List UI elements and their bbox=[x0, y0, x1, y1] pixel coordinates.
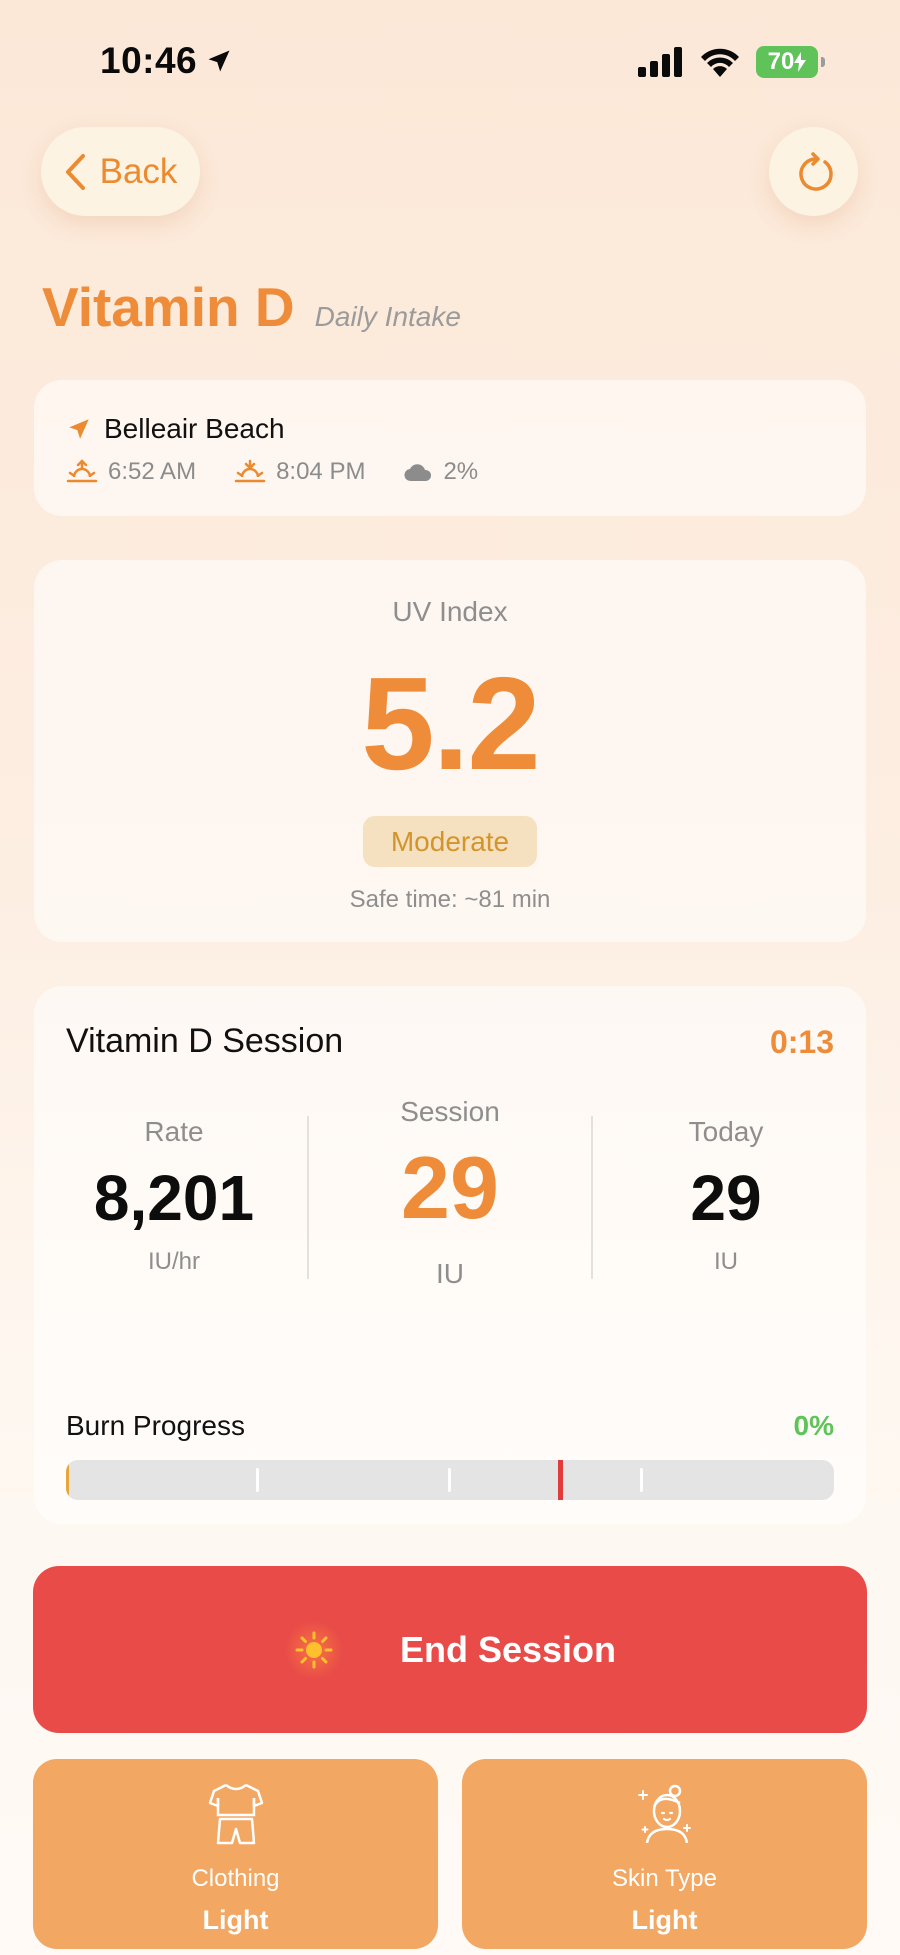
end-session-button[interactable]: End Session bbox=[33, 1566, 867, 1733]
skin-type-icon-wrap bbox=[462, 1781, 867, 1847]
uv-label: UV Index bbox=[392, 596, 508, 627]
skin-type-value: Light bbox=[631, 1905, 698, 1935]
session-unit: IU bbox=[436, 1258, 464, 1289]
uv-value: 5.2 bbox=[361, 650, 541, 797]
cellular-signal-icon bbox=[638, 47, 682, 77]
burn-limit-marker bbox=[558, 1460, 563, 1500]
burn-progress-tick bbox=[448, 1468, 451, 1492]
sunrise-icon bbox=[66, 459, 98, 483]
status-clock: 10:46 bbox=[100, 40, 198, 81]
today-value: 29 bbox=[690, 1162, 762, 1234]
sun-icon bbox=[295, 1631, 333, 1668]
face-sparkle-icon bbox=[637, 1784, 691, 1844]
skin-type-label: Skin Type bbox=[612, 1865, 717, 1892]
clothing-label: Clothing bbox=[191, 1865, 280, 1892]
clothing-icon bbox=[208, 1783, 263, 1845]
rate-label: Rate bbox=[144, 1116, 204, 1147]
charging-bolt-icon bbox=[794, 52, 807, 72]
sun-glow bbox=[283, 1619, 344, 1680]
skin-type-button[interactable]: Skin Type Light bbox=[462, 1759, 867, 1949]
session-value: 29 bbox=[401, 1138, 499, 1237]
back-button[interactable]: Back bbox=[41, 127, 200, 216]
sunset-item: 8:04 PM bbox=[234, 458, 365, 486]
stat-divider bbox=[591, 1116, 593, 1279]
rate-value: 8,201 bbox=[93, 1162, 255, 1234]
location-meta: 6:52 AM 8:04 PM 2% bbox=[66, 458, 516, 486]
clothing-value: Light bbox=[202, 1905, 269, 1935]
session-timer: 0:13 bbox=[769, 1024, 834, 1060]
page-subtitle: Daily Intake bbox=[314, 301, 461, 332]
end-session-label: End Session bbox=[399, 1628, 617, 1670]
status-time: 10:46 bbox=[100, 40, 233, 82]
status-indicators: 70 bbox=[638, 46, 825, 78]
today-unit: IU bbox=[714, 1248, 738, 1275]
battery-level: 70 bbox=[767, 48, 795, 75]
sunrise-time: 6:52 AM bbox=[108, 458, 197, 485]
chevron-left-icon bbox=[65, 153, 85, 190]
location-arrow-icon bbox=[69, 419, 89, 439]
uv-index-card: UV Index 5.2 Moderate Safe time: ~81 min bbox=[34, 560, 866, 942]
session-stat: Session 29 IU bbox=[308, 1096, 592, 1290]
session-title: Vitamin D Session bbox=[66, 1022, 344, 1060]
back-label: Back bbox=[99, 151, 178, 191]
page-header: Vitamin D Daily Intake bbox=[42, 275, 461, 339]
stat-divider bbox=[307, 1116, 309, 1279]
clothing-button[interactable]: Clothing Light bbox=[33, 1759, 438, 1949]
sunrise-item: 6:52 AM bbox=[66, 458, 196, 486]
rate-stat: Rate 8,201 IU/hr bbox=[66, 1116, 282, 1276]
clothing-icon-wrap bbox=[33, 1781, 438, 1847]
burn-progress-tick bbox=[640, 1468, 643, 1492]
page-title: Vitamin D bbox=[42, 276, 295, 338]
uv-level-badge: Moderate bbox=[363, 816, 537, 867]
location-name: Belleair Beach bbox=[104, 413, 285, 444]
wifi-icon bbox=[701, 48, 739, 77]
refresh-icon bbox=[798, 151, 833, 191]
today-label: Today bbox=[688, 1116, 764, 1147]
location-row: Belleair Beach bbox=[66, 413, 285, 445]
today-stat: Today 29 IU bbox=[618, 1116, 834, 1276]
cloud-icon bbox=[404, 464, 432, 482]
location-arrow-icon bbox=[208, 50, 230, 72]
refresh-button[interactable] bbox=[769, 127, 858, 216]
cloud-item: 2% bbox=[403, 458, 478, 486]
sunset-icon bbox=[234, 459, 266, 483]
session-label: Session bbox=[400, 1096, 500, 1127]
uv-safe-time: Safe time: ~81 min bbox=[349, 886, 551, 913]
sunset-time: 8:04 PM bbox=[276, 458, 366, 485]
burn-progress-percent: 0% bbox=[793, 1410, 834, 1441]
rate-unit: IU/hr bbox=[147, 1248, 200, 1275]
burn-progress-tick bbox=[256, 1468, 259, 1492]
cloud-cover: 2% bbox=[443, 458, 479, 485]
burn-progress-bar bbox=[66, 1460, 834, 1500]
burn-progress-label: Burn Progress bbox=[66, 1410, 245, 1441]
battery-indicator: 70 bbox=[756, 46, 825, 78]
session-card: Vitamin D Session 0:13 Rate 8,201 IU/hr … bbox=[34, 986, 866, 1524]
burn-progress-fill bbox=[66, 1460, 69, 1500]
location-card: Belleair Beach 6:52 AM 8:04 PM 2% bbox=[34, 380, 866, 516]
